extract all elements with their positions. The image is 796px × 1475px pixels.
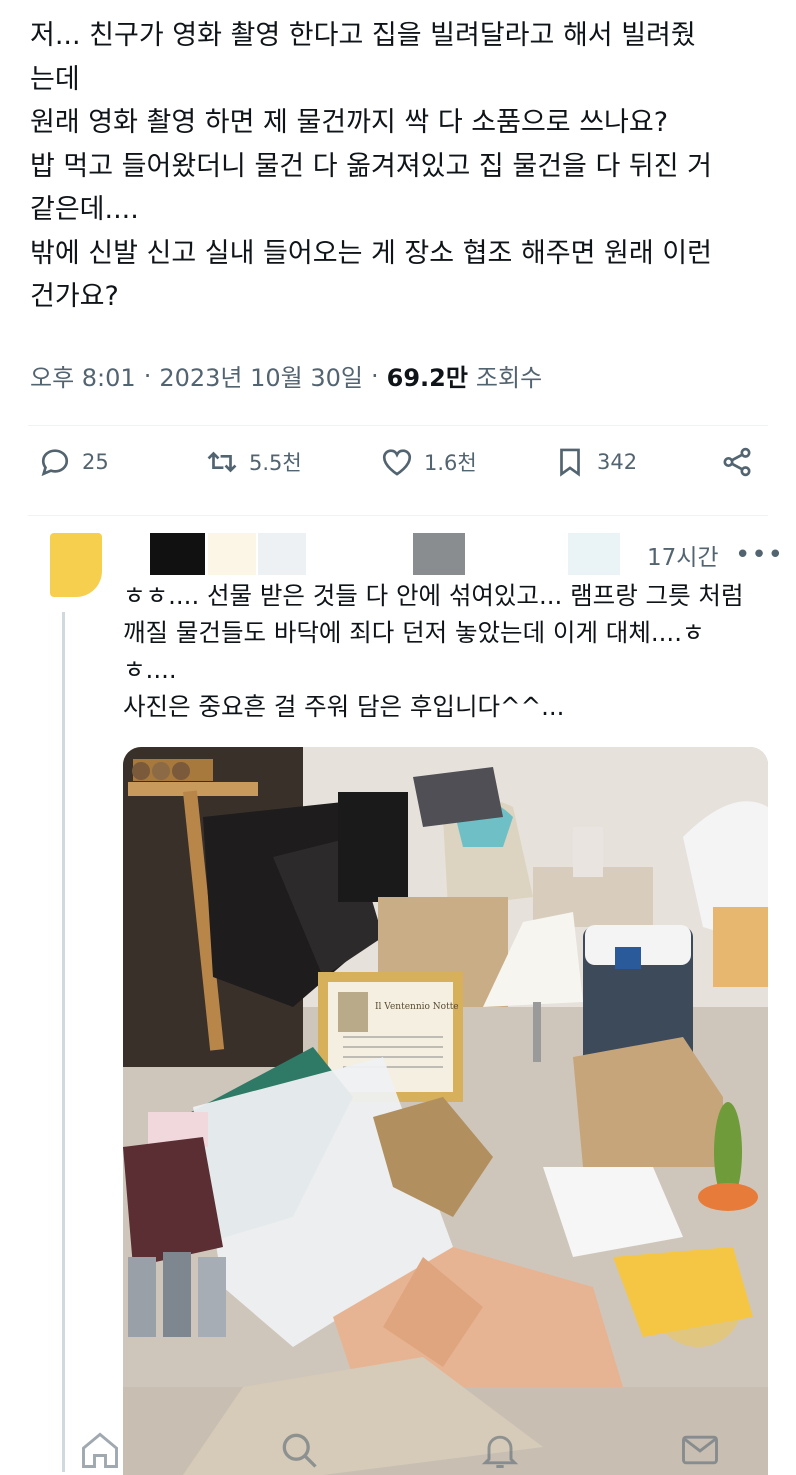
retweet-icon (207, 451, 237, 473)
like-button[interactable]: 1.6천 (380, 445, 477, 479)
views-count[interactable]: 69.2만 (387, 358, 468, 393)
tweet-line: 는데 (30, 63, 80, 95)
like-count: 1.6천 (424, 451, 477, 475)
meta-separator: · (143, 361, 152, 390)
share-button[interactable] (720, 445, 754, 479)
reply-line: 사진은 중요흔 걸 주워 담은 후입니다^^... (123, 692, 565, 721)
retweet-button[interactable]: 5.5천 (205, 445, 302, 479)
reply-icon (41, 449, 69, 477)
divider-top (28, 425, 768, 426)
search-icon[interactable] (277, 1428, 321, 1472)
redaction-block (150, 533, 205, 575)
share-icon (723, 447, 751, 477)
messages-icon[interactable] (678, 1428, 722, 1472)
frame-text: Il Ventennio Notte (375, 1002, 459, 1012)
redaction-block (568, 533, 620, 575)
avatar[interactable] (50, 533, 102, 597)
redaction-block (413, 533, 465, 575)
home-icon[interactable] (78, 1428, 122, 1472)
tweet-line: 밥 먹고 들어왔더니 물건 다 옮겨져있고 집 물건을 다 뒤진 거 (30, 150, 712, 182)
reply-photo[interactable]: Il Ventennio Notte (123, 747, 768, 1475)
divider-bottom (28, 515, 768, 516)
tweet-line: 같은데.... (30, 194, 139, 225)
reply-time[interactable]: 17시간 (647, 538, 719, 572)
retweet-count: 5.5천 (249, 451, 302, 475)
tweet-line: 원래 영화 촬영 하면 제 물건까지 싹 다 소품으로 쓰나요? (30, 107, 669, 138)
tweet-meta: 오후 8:01 · 2023년 10월 30일 · 69.2만 조회수 (30, 358, 542, 393)
reply-line: ㅎ.... (123, 655, 177, 684)
bookmark-icon (560, 448, 580, 477)
tweet-time[interactable]: 오후 8:01 (30, 358, 136, 393)
tweet-line: 저... 친구가 영화 촬영 한다고 집을 빌려달라고 해서 빌려줬 (30, 20, 696, 51)
bookmark-count: 342 (597, 450, 638, 474)
redaction-block (208, 533, 256, 575)
redaction-block (258, 533, 306, 575)
bottom-navigation (0, 1408, 796, 1475)
reply-button[interactable]: 25 (38, 445, 109, 479)
messy-room-photo: Il Ventennio Notte (123, 747, 768, 1475)
reply-count: 25 (82, 450, 109, 474)
bookmark-button[interactable]: 342 (553, 445, 637, 479)
like-icon (382, 449, 412, 476)
tweet-text: 저... 친구가 영화 촬영 한다고 집을 빌려달라고 해서 빌려줬 는데 원래… (30, 14, 775, 319)
tweet-line: 건가요? (30, 281, 119, 312)
views-label[interactable]: 조회수 (476, 358, 542, 393)
reply-line: 깨질 물건들도 바닥에 죄다 던저 놓았는데 이게 대체....ㅎ (123, 618, 705, 647)
tweet-date[interactable]: 2023년 10월 30일 (159, 358, 363, 393)
tweet-line: 밖에 신발 신고 실내 들어오는 게 장소 협조 해주면 원래 이런 (30, 237, 712, 269)
reply-text: ㅎㅎ.... 선물 받은 것들 다 안에 섞여있고... 램프랑 그릇 처럼 깨… (123, 577, 773, 725)
meta-separator: · (370, 361, 379, 390)
more-options-icon[interactable]: ••• (735, 540, 784, 570)
reply-line: ㅎㅎ.... 선물 받은 것들 다 안에 섞여있고... 램프랑 그릇 처럼 (123, 581, 744, 610)
tweet-actions: 25 5.5천 1.6천 342 (0, 445, 796, 495)
thread-line (62, 612, 65, 1472)
notifications-icon[interactable] (478, 1428, 522, 1472)
